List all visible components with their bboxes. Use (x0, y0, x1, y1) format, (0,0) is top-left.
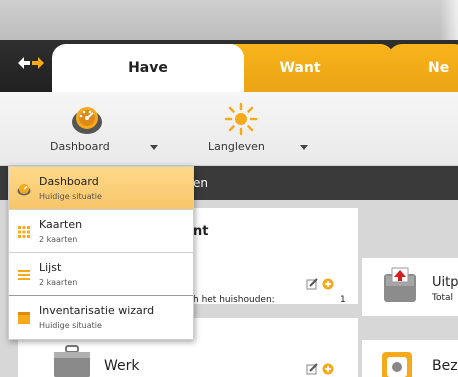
tab-next-label: Ne (428, 60, 450, 76)
bezittingen-card-title: Bez (432, 358, 458, 374)
uitgaven-card-subtitle: Total (432, 293, 454, 303)
tab-have-label: Have (128, 60, 168, 76)
household-line-label: h het huishouden: (193, 295, 275, 305)
menu-item-title: Kaarten (39, 218, 83, 231)
menu-item-subtitle: Huidige situatie (39, 192, 102, 201)
tab-have[interactable]: Have (52, 44, 244, 93)
menu-item-dashboard[interactable]: Dashboard Huidige situatie (9, 167, 193, 209)
menu-item-kaarten[interactable]: Kaarten 2 kaarten (9, 210, 193, 252)
possessions-icon (382, 352, 412, 377)
add-icon[interactable] (322, 363, 334, 375)
app-window: Ne Want Have Dashboard Langleven en nt h… (0, 0, 458, 377)
window-top-strip (0, 0, 458, 40)
uitgaven-card-title: Uitp (432, 275, 458, 290)
dashboard-dropdown-caret-icon[interactable] (150, 145, 158, 150)
household-line-count: 1 (340, 295, 346, 305)
werk-card-title: Werk (104, 358, 140, 374)
grid-cards-icon (18, 226, 30, 238)
menu-item-subtitle: 2 kaarten (39, 278, 78, 287)
menu-item-subtitle: 2 kaarten (39, 235, 78, 244)
dashboard-dropdown-menu: Dashboard Huidige situatie Kaarten 2 kaa… (8, 166, 194, 340)
menu-item-subtitle: Huidige situatie (39, 321, 102, 330)
menu-item-title: Dashboard (39, 175, 99, 188)
wizard-form-icon (18, 312, 30, 324)
expense-box-icon (384, 267, 416, 302)
dashboard-gauge-icon (17, 184, 31, 196)
dashboard-label: Dashboard (50, 140, 110, 153)
menu-item-title: Lijst (39, 261, 62, 274)
edit-icon[interactable] (306, 363, 318, 375)
tab-next[interactable]: Ne (388, 44, 458, 93)
langleven-button[interactable]: Langleven (186, 98, 308, 162)
list-icon (18, 270, 30, 280)
add-icon[interactable] (322, 278, 334, 290)
toolbar: Dashboard Langleven (0, 92, 458, 166)
menu-item-title: Inventarisatie wizard (39, 304, 155, 317)
household-card-title: nt (193, 224, 209, 239)
edit-icon[interactable] (306, 278, 318, 290)
back-forward-arrows-icon[interactable] (18, 56, 44, 70)
section-header-text: en (193, 176, 208, 190)
dashboard-gauge-icon (72, 107, 102, 134)
dashboard-button[interactable]: Dashboard (32, 98, 158, 162)
menu-item-inventarisatie-wizard[interactable]: Inventarisatie wizard Huidige situatie (9, 296, 193, 338)
menu-item-lijst[interactable]: Lijst 2 kaarten (9, 253, 193, 295)
sun-icon (224, 102, 258, 136)
langleven-dropdown-caret-icon[interactable] (300, 145, 308, 150)
langleven-label: Langleven (208, 140, 265, 153)
briefcase-icon (54, 345, 90, 377)
